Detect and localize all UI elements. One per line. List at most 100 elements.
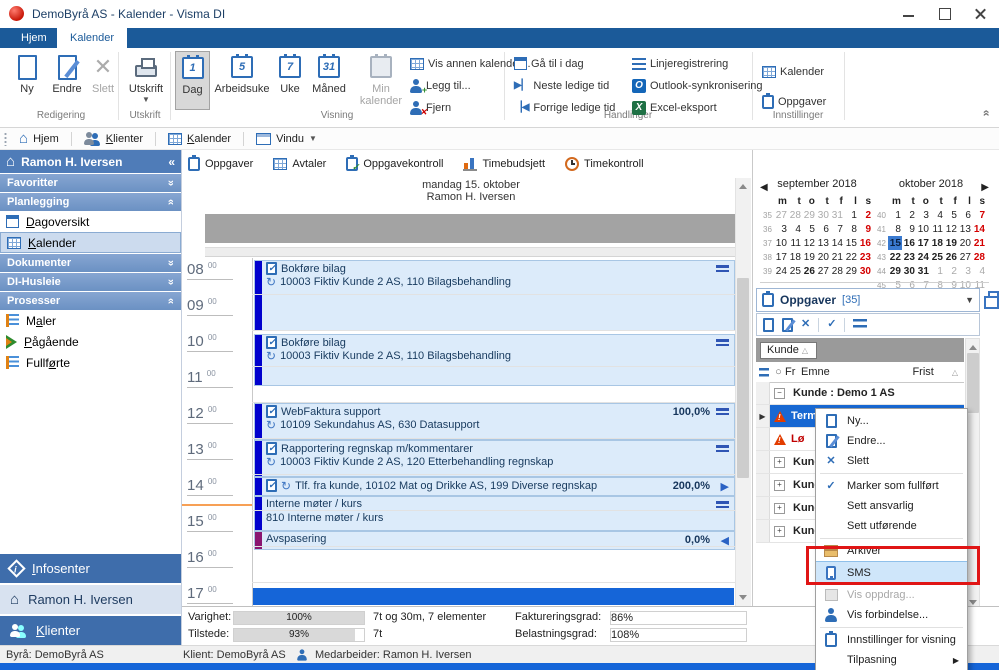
col-emne[interactable]: Emne [801,366,912,378]
minical-day[interactable]: 16 [858,236,872,250]
minical-day[interactable]: 5 [802,222,816,236]
ribbon-button-linjeregistrering[interactable]: Linjeregistrering [632,54,728,73]
minical-day[interactable]: 3 [958,264,972,278]
sidebar-bigbutton-klienter[interactable]: Klienter [0,615,181,645]
minical-day[interactable]: 28 [972,250,986,264]
minical-day[interactable]: 17 [916,236,930,250]
minical-day[interactable]: 11 [788,236,802,250]
minical-day[interactable]: 25 [788,264,802,278]
minical-day[interactable]: 21 [830,250,844,264]
minical-day[interactable]: 18 [788,250,802,264]
minical-day[interactable]: 6 [816,222,830,236]
minical-day[interactable]: 28 [830,264,844,278]
minical-day[interactable]: 1 [930,264,944,278]
event-handle-icon[interactable] [716,445,729,454]
sidebar-section-favoritter[interactable]: Favoritter« [0,173,181,192]
minical-day[interactable]: 7 [830,222,844,236]
view-tab-oppgavekontroll[interactable]: ✓Oppgavekontroll [346,157,443,171]
menu-item-slett[interactable]: ✕Slett [816,451,967,471]
view-tab-timebudsjett[interactable]: Timebudsjett [463,158,545,171]
row-menu-icon[interactable] [759,368,769,377]
col-fr[interactable]: Fr [785,366,801,378]
minical-day[interactable]: 26 [802,264,816,278]
minical-day[interactable]: 14 [972,222,986,236]
event-handle-icon[interactable] [716,408,729,417]
minical-day[interactable]: 19 [944,236,958,250]
sidebar-section-dokumenter[interactable]: Dokumenter« [0,253,181,272]
minical-day[interactable]: 5 [944,208,958,222]
expand-group-icon[interactable]: + [774,526,785,537]
menu-item-sett-ansvarlig[interactable]: Sett ansvarlig [816,496,967,516]
minical-day[interactable]: 14 [830,236,844,250]
ribbon-button-fjern[interactable]: ✕Fjern [410,98,451,117]
scroll-up-icon[interactable] [739,184,747,189]
minical-day[interactable]: 7 [972,208,986,222]
ribbon-button-endre[interactable]: Endre [48,51,86,108]
minical-day[interactable]: 13 [958,222,972,236]
minical-day[interactable]: 10 [916,222,930,236]
minical-day[interactable]: 23 [902,250,916,264]
ribbon-button-utskrift[interactable]: Utskrift▼ [124,51,168,108]
minical-day[interactable]: 31 [916,264,930,278]
ribbon-tab-hjem[interactable]: Hjem [8,28,60,48]
minical-day[interactable]: 6 [958,208,972,222]
ribbon-button-ny[interactable]: Ny [8,51,46,108]
minical-day[interactable]: 2 [902,208,916,222]
ribbon-button-dag[interactable]: 1Dag [175,51,210,110]
ribbon-tab-kalender[interactable]: Kalender [57,28,127,48]
minical-day[interactable]: 30 [902,264,916,278]
minical-day[interactable]: 26 [944,250,958,264]
ribbon-button-oppgaver[interactable]: Oppgaver [762,92,826,111]
menubar-item-kalender[interactable]: Kalender [164,133,235,145]
scroll-up-icon[interactable] [969,345,977,350]
minical-day[interactable]: 19 [802,250,816,264]
sidebar-section-di-husleie[interactable]: DI-Husleie« [0,272,181,291]
minical-day[interactable]: 22 [844,250,858,264]
menubar-item-hjem[interactable]: ⌂Hjem [15,131,63,146]
minical-day[interactable]: 1 [888,208,902,222]
minical-day[interactable]: 23 [858,250,872,264]
col-frist[interactable]: Frist [912,366,933,378]
ribbon-button-g-til-i-dag[interactable]: Gå til i dag [514,54,584,73]
menu-item-tilpasning[interactable]: Tilpasning▶ [816,650,967,670]
minical-day[interactable]: 18 [930,236,944,250]
minical-day[interactable]: 25 [930,250,944,264]
minical-day[interactable]: 28 [788,208,802,222]
ribbon-button-arbeidsuke[interactable]: 5Arbeidsuke [212,51,272,108]
sidebar-bigbutton-ramon-h-iversen[interactable]: ⌂Ramon H. Iversen [0,584,181,614]
edit-task-icon[interactable] [782,318,793,332]
calendar-event[interactable]: Interne møter / kurs810 Interne møter / … [254,496,735,531]
groupby-chip[interactable]: Kunde △ [760,342,817,359]
minical-day[interactable]: 16 [902,236,916,250]
sidebar-item-kalender[interactable]: Kalender [0,232,181,253]
collapse-group-icon[interactable]: − [774,388,785,399]
scroll-down-icon[interactable] [969,600,977,605]
minical-day[interactable]: 4 [788,222,802,236]
view-tab-avtaler[interactable]: Avtaler [273,158,326,170]
sidebar-item-fullf-rte[interactable]: Fullførte [0,352,181,373]
ribbon-button-excel-eksport[interactable]: XExcel-eksport [632,98,717,117]
minical-day[interactable]: 11 [930,222,944,236]
minical-day[interactable]: 30 [858,264,872,278]
scrollbar-thumb[interactable] [737,278,749,478]
close-button[interactable] [963,0,999,28]
minical-day[interactable]: 22 [888,250,902,264]
minical-day[interactable]: 3 [774,222,788,236]
sidebar-item-dagoversikt[interactable]: Dagoversikt [0,211,181,232]
minical-day[interactable]: 1 [844,208,858,222]
ribbon-button-uke[interactable]: 7Uke [275,51,305,108]
new-task-icon[interactable] [763,318,774,332]
sidebar-section-prosesser[interactable]: Prosesser» [0,291,181,310]
minical-day[interactable]: 24 [916,250,930,264]
collapse-pane-icon[interactable]: « [168,155,175,169]
calendar-event[interactable]: ✓WebFaktura support↻10109 Sekundahus AS,… [254,403,735,440]
menubar-item-vindu[interactable]: Vindu▼ [252,133,321,145]
toolbar-drag-handle[interactable] [4,132,7,146]
ribbon-button-neste-ledige-tid[interactable]: ▶▏Neste ledige tid [514,76,609,95]
sidebar-bigbutton-infosenter[interactable]: iInfosenter [0,553,181,583]
calendar-scrollbar[interactable] [735,178,751,606]
minical-day-selected[interactable]: 15 [888,236,902,250]
minical-day[interactable]: 24 [774,264,788,278]
event-handle-icon[interactable] [716,339,729,348]
minical-day[interactable]: 4 [930,208,944,222]
